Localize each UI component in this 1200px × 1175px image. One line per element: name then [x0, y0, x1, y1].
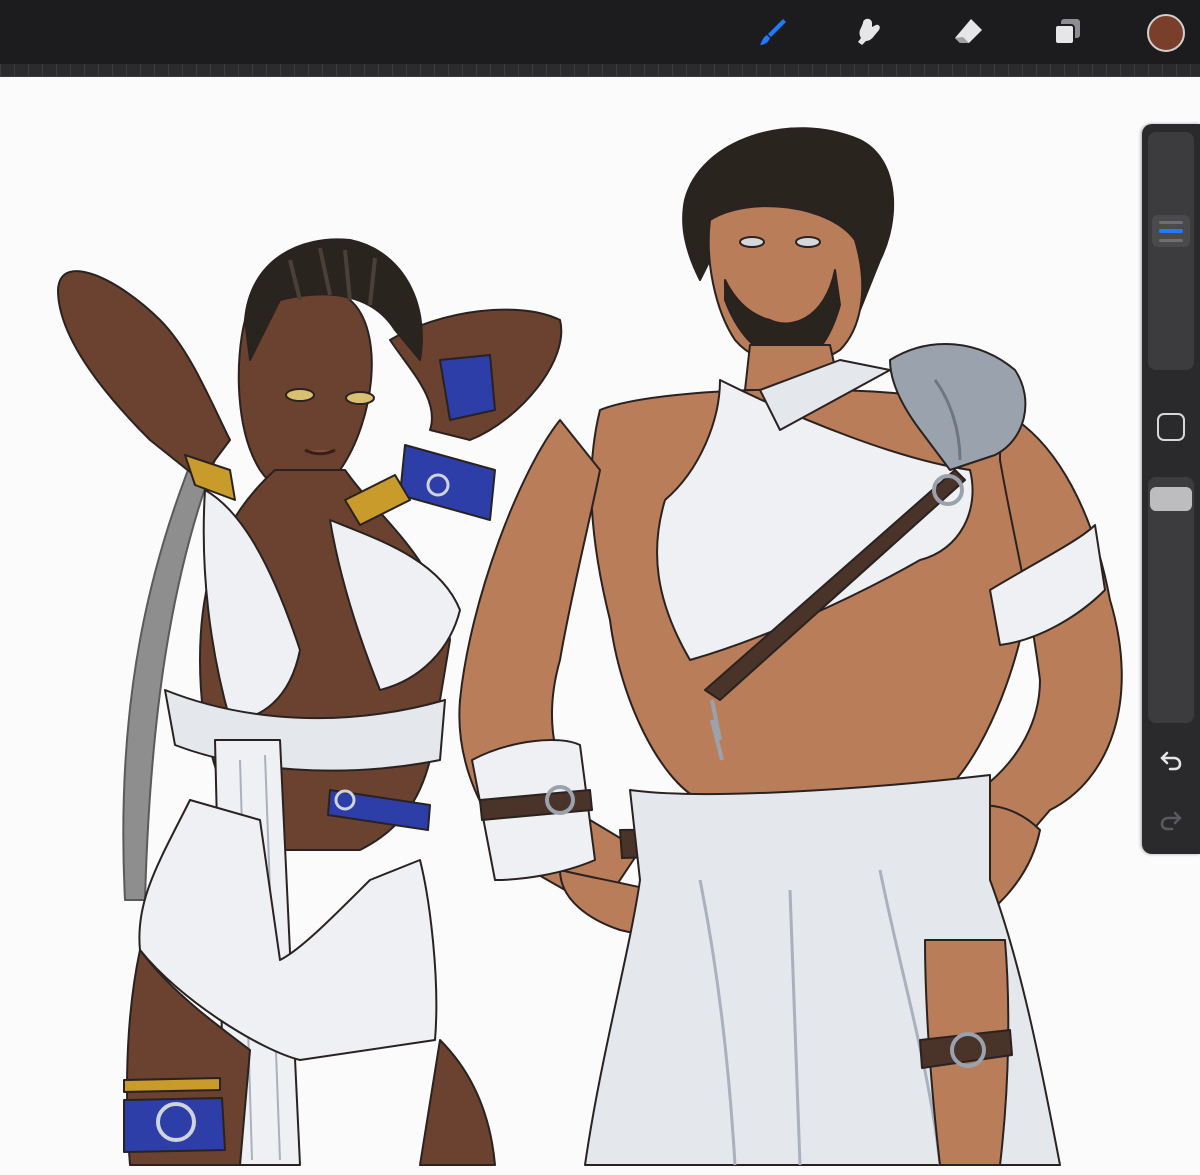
woman-armband-upper	[439, 354, 496, 421]
man-right-eye	[795, 236, 821, 248]
size-thumb-line	[1159, 239, 1183, 243]
modify-button[interactable]	[1157, 413, 1185, 441]
top-toolbar	[0, 0, 1200, 64]
layers-icon	[1054, 19, 1080, 45]
eraser-icon	[955, 19, 982, 43]
tool-sidebar	[1142, 124, 1200, 854]
smudge-icon	[858, 18, 880, 45]
smudge-tool-button[interactable]	[849, 12, 889, 52]
color-picker-button[interactable]	[1147, 14, 1185, 52]
top-toolbar-edge	[0, 64, 1200, 77]
woman-left-arm	[57, 270, 231, 481]
redo-button[interactable]	[1155, 804, 1187, 836]
eraser-tool-button[interactable]	[948, 12, 988, 52]
brush-size-slider[interactable]	[1148, 132, 1194, 370]
drawing-canvas[interactable]	[0, 77, 1200, 1175]
procreate-app	[0, 0, 1200, 1175]
size-thumb-line	[1159, 221, 1183, 225]
artwork	[57, 127, 1123, 1166]
layers-button[interactable]	[1047, 12, 1087, 52]
brush-tool-button[interactable]	[753, 12, 793, 52]
woman-right-leg	[419, 1039, 496, 1166]
woman-left-eye	[285, 388, 315, 402]
undo-icon	[1160, 751, 1182, 771]
undo-button[interactable]	[1155, 744, 1187, 776]
brush-size-thumb[interactable]	[1152, 215, 1190, 248]
man-left-eye	[739, 236, 765, 248]
woman-lips	[304, 448, 336, 456]
woman-thigh-band	[123, 1097, 226, 1153]
brush-icon	[760, 19, 786, 45]
opacity-thumb[interactable]	[1150, 487, 1192, 512]
opacity-slider[interactable]	[1148, 477, 1194, 723]
size-thumb-line-active	[1159, 229, 1183, 234]
redo-icon	[1160, 811, 1182, 831]
woman-right-eye	[345, 391, 375, 405]
